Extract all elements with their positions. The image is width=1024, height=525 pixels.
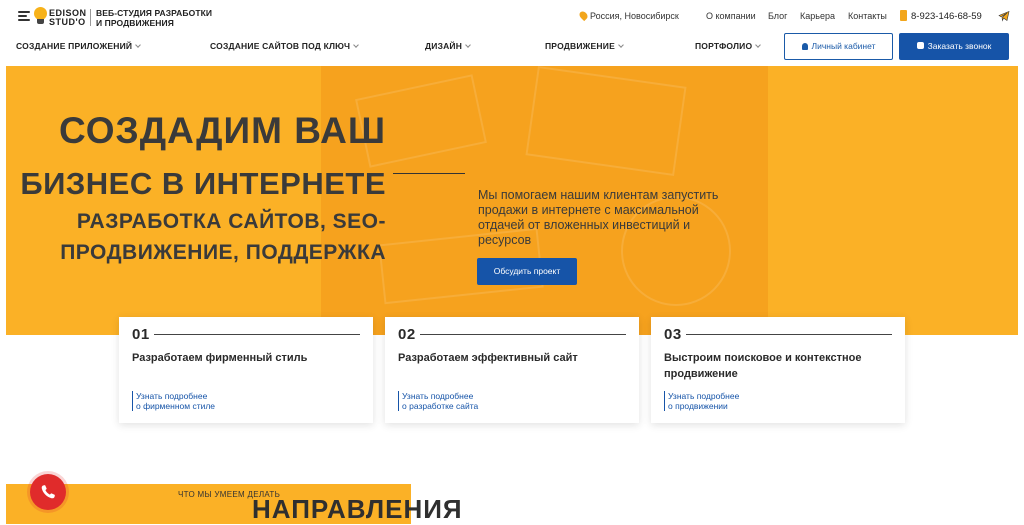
link-about[interactable]: О компании (706, 11, 756, 21)
discuss-project-button[interactable]: Обсудить проект (477, 258, 577, 285)
card-link[interactable]: Узнать подробнее о продвижении (664, 391, 814, 411)
tagline: ВЕБ-СТУДИЯ РАЗРАБОТКИ И ПРОДВИЖЕНИЯ (96, 8, 213, 28)
card-title: Разработаем фирменный стиль (132, 352, 308, 364)
main-nav: СОЗДАНИЕ ПРИЛОЖЕНИЙ СОЗДАНИЕ САЙТОВ ПОД … (0, 32, 1024, 64)
link-contacts[interactable]: Контакты (848, 11, 887, 21)
card-title: Разработаем эффективный сайт (398, 352, 578, 364)
link-career[interactable]: Карьера (800, 11, 835, 21)
nav-design[interactable]: ДИЗАЙН (425, 41, 471, 51)
card-link[interactable]: Узнать подробнее о разработке сайта (398, 391, 548, 411)
card-number: 01 (132, 326, 150, 343)
phone-icon (41, 485, 55, 499)
order-call-button[interactable]: Заказать звонок (899, 33, 1009, 60)
phone-icon (916, 42, 924, 49)
logo-line2: STUD'O (49, 17, 86, 27)
chevron-down-icon (755, 42, 762, 48)
chevron-down-icon (465, 42, 471, 48)
call-fab-button[interactable] (30, 474, 66, 510)
hero-description: Мы помогаем нашим клиентам запустить про… (478, 188, 719, 247)
nav-sites[interactable]: СОЗДАНИЕ САЙТОВ ПОД КЛЮЧ (210, 41, 360, 51)
card-title: Выстроим поисковое и контекстное продвиж… (664, 352, 862, 380)
chevron-down-icon (618, 42, 624, 48)
cabinet-button[interactable]: Личный кабинет (784, 33, 893, 60)
service-card[interactable]: 02 Разработаем эффективный сайт Узнать п… (385, 317, 639, 423)
location-pin-icon (577, 9, 590, 22)
card-link[interactable]: Узнать подробнее о фирменном стиле (132, 391, 282, 411)
menu-icon[interactable] (18, 11, 30, 21)
location[interactable]: Россия, Новосибирск (577, 9, 679, 22)
hero-divider (393, 173, 465, 174)
card-number: 02 (398, 326, 416, 343)
service-card[interactable]: 01 Разработаем фирменный стиль Узнать по… (119, 317, 373, 423)
telegram-icon[interactable] (998, 10, 1010, 22)
phone[interactable]: 8-923-146-68-59 (900, 10, 982, 22)
nav-promotion[interactable]: ПРОДВИЖЕНИЕ (545, 41, 624, 51)
service-card[interactable]: 03 Выстроим поисковое и контекстное прод… (651, 317, 905, 423)
chevron-down-icon (353, 42, 360, 48)
phone-icon (900, 10, 907, 21)
user-icon (801, 43, 808, 50)
logo[interactable]: EDISON STUD'O (34, 6, 86, 28)
link-blog[interactable]: Блог (768, 11, 787, 21)
chevron-down-icon (135, 42, 142, 48)
nav-portfolio[interactable]: ПОРТФОЛИО (695, 41, 762, 51)
hero-banner: СОЗДАДИМ ВАШ БИЗНЕС В ИНТЕРНЕТЕ РАЗРАБОТ… (6, 66, 1018, 335)
top-bar: EDISON STUD'O ВЕБ-СТУДИЯ РАЗРАБОТКИ И ПР… (0, 0, 1024, 32)
nav-apps[interactable]: СОЗДАНИЕ ПРИЛОЖЕНИЙ (16, 41, 142, 51)
card-number: 03 (664, 326, 682, 343)
logo-divider (90, 9, 91, 26)
section-heading: НАПРАВЛЕНИЯ (252, 494, 463, 524)
